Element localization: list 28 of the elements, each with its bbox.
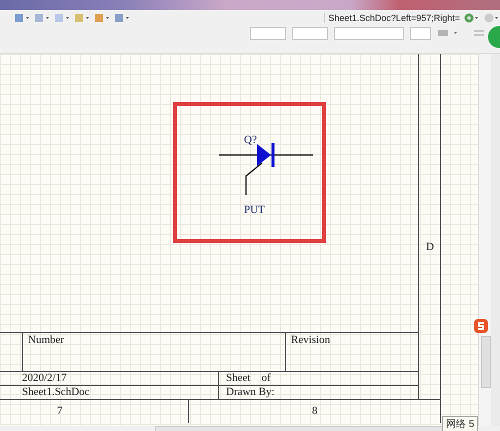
drawn-by-label: Drawn By: <box>226 385 275 399</box>
file-name-text: Sheet1.SchDoc <box>22 385 90 399</box>
toolbar-icon[interactable] <box>94 13 110 23</box>
dropdown[interactable] <box>292 26 328 40</box>
toolbar-icon[interactable] <box>54 13 70 23</box>
column-label: 7 <box>57 404 62 418</box>
swap-icon[interactable] <box>473 28 485 38</box>
number-label: Number <box>28 333 64 347</box>
scroll-thumb[interactable] <box>481 336 491 388</box>
designator-label: Q? <box>244 134 257 146</box>
toolbar-icon[interactable] <box>114 13 130 23</box>
tooltip: 网络 5 <box>442 416 478 431</box>
toolbar-icon[interactable] <box>34 13 50 23</box>
toolbar-icon[interactable] <box>74 13 90 23</box>
dropdown[interactable] <box>250 26 286 40</box>
dropdown[interactable] <box>410 26 431 40</box>
sheet-label: Sheet of <box>226 371 271 385</box>
circle-icon[interactable] <box>484 13 500 23</box>
revision-label: Revision <box>291 333 330 347</box>
zone-label: D <box>426 241 434 253</box>
dropdown[interactable] <box>334 26 404 40</box>
date-text: 2020/2/17 <box>22 371 67 385</box>
address-field[interactable]: Sheet1.SchDoc?Left=957;Right= <box>324 13 460 23</box>
add-icon[interactable] <box>464 13 480 23</box>
toolbar-icon[interactable] <box>14 13 30 23</box>
s-logo-icon[interactable] <box>474 319 488 333</box>
component-label: PUT <box>244 204 265 216</box>
column-label: 8 <box>312 404 318 418</box>
